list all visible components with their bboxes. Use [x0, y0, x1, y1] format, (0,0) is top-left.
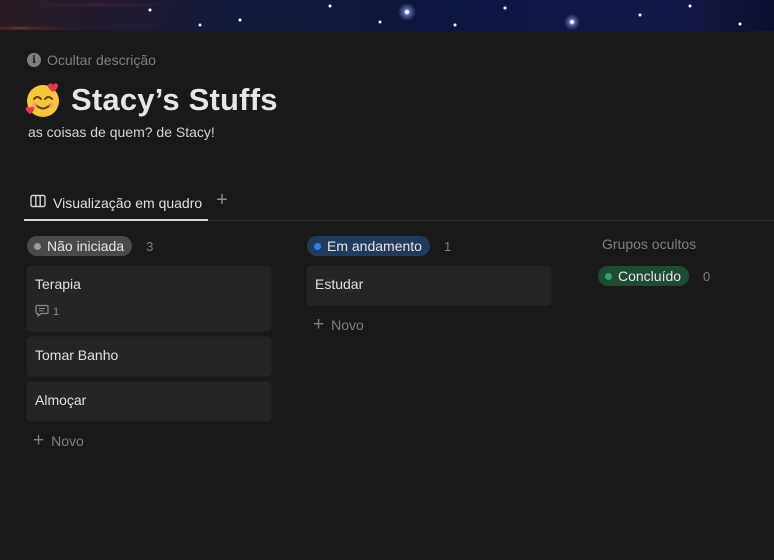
board-card-estudar[interactable]: Estudar: [307, 266, 551, 305]
hidden-groups-title: Grupos ocultos: [602, 236, 697, 252]
page-title[interactable]: Stacy’s Stuffs: [71, 82, 278, 118]
status-dot-icon: [605, 272, 612, 280]
card-title: Tomar Banho: [35, 347, 119, 363]
add-view-plus-icon[interactable]: +: [212, 190, 232, 211]
plus-icon: +: [33, 430, 45, 451]
hide-description-toggle[interactable]: i Ocultar descrição: [27, 51, 156, 69]
card-title: Almoçar: [35, 392, 87, 408]
page-description[interactable]: as coisas de quem? de Stacy!: [28, 124, 215, 140]
comment-count: 1: [53, 306, 60, 318]
board-view-icon: [30, 194, 46, 211]
tab-board-view-label: Visualização em quadro: [53, 194, 203, 211]
smiling-face-with-hearts-icon[interactable]: [24, 81, 62, 119]
board-card-almocar[interactable]: Almoçar: [27, 382, 271, 421]
plus-icon: +: [313, 314, 325, 335]
tab-board-view[interactable]: Visualização em quadro: [24, 186, 209, 221]
group-label: Em andamento: [327, 238, 422, 254]
info-icon: i: [27, 53, 41, 67]
board-group-in-progress: Em andamento 1 Estudar + Novo: [307, 235, 551, 337]
card-title: Terapia: [35, 276, 81, 292]
hide-description-label: Ocultar descrição: [47, 52, 156, 68]
status-pill-in-progress[interactable]: Em andamento: [307, 236, 430, 256]
card-comments: 1: [35, 304, 263, 320]
comment-icon: [35, 304, 49, 320]
card-title: Estudar: [315, 276, 364, 292]
group-label: Concluído: [618, 268, 682, 284]
status-dot-icon: [34, 242, 41, 250]
new-card-label: Novo: [51, 433, 84, 449]
cover-image: [0, 0, 774, 31]
hidden-groups: Grupos ocultos Concluído 0: [598, 236, 710, 286]
status-pill-done[interactable]: Concluído: [598, 266, 690, 286]
group-count: 0: [703, 268, 711, 284]
new-card-button[interactable]: + Novo: [27, 429, 271, 453]
board-group-not-started: Não iniciada 3 Terapia 1 Tomar Banho Alm…: [27, 235, 271, 453]
group-count: 3: [146, 238, 154, 254]
group-count: 1: [443, 238, 452, 254]
new-card-button[interactable]: + Novo: [307, 313, 551, 337]
new-card-label: Novo: [331, 317, 364, 333]
view-tabs: Visualização em quadro +: [24, 186, 774, 221]
page-header: Stacy’s Stuffs: [24, 80, 278, 120]
board-card-tomar-banho[interactable]: Tomar Banho: [27, 337, 271, 376]
board-card-terapia[interactable]: Terapia 1: [27, 266, 271, 331]
status-pill-not-started[interactable]: Não iniciada: [27, 236, 133, 256]
group-label: Não iniciada: [47, 238, 125, 254]
status-dot-icon: [314, 242, 321, 250]
